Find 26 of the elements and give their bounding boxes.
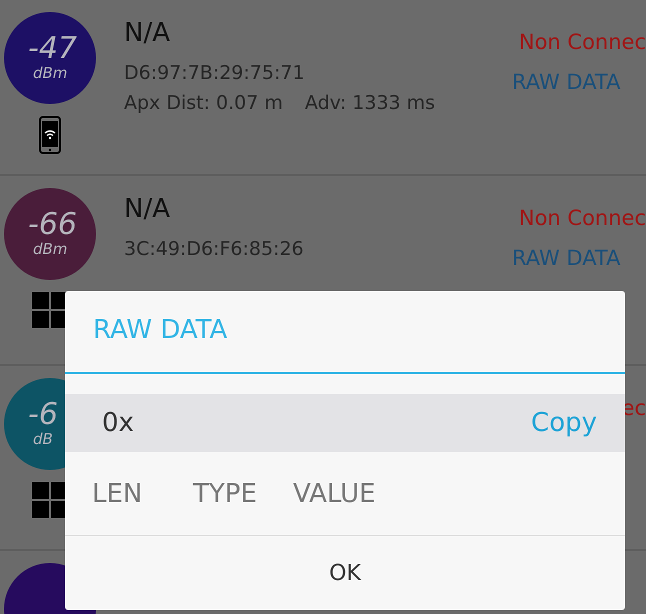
rssi-unit: dBm <box>32 240 68 258</box>
connection-status: Non Connec <box>518 206 646 230</box>
rssi-value: -47 <box>27 34 77 64</box>
rssi-value: -66 <box>27 210 77 240</box>
column-header: TYPE <box>193 478 258 508</box>
dialog-title: RAW DATA <box>65 291 625 374</box>
device-name: N/A <box>124 194 171 224</box>
phone-icon <box>39 116 61 154</box>
adv-interval: Adv: 1333 ms <box>304 92 436 114</box>
device-name: N/A <box>124 18 171 48</box>
mac-address: D6:97:7B:29:75:71 <box>124 62 306 84</box>
raw-data-button[interactable]: RAW DATA <box>512 70 620 94</box>
windows-icon <box>32 292 68 328</box>
rssi-unit: dB <box>32 430 53 448</box>
column-header: VALUE <box>293 478 377 508</box>
rssi-value: -6 <box>27 400 58 430</box>
raw-data-button[interactable]: RAW DATA <box>512 246 620 270</box>
connection-status: Non Connec <box>518 30 646 54</box>
windows-icon <box>32 482 68 518</box>
mac-address: 3C:49:D6:F6:85:26 <box>124 238 305 260</box>
hex-value: 0x <box>102 408 134 438</box>
distance-text: Apx Dist: 0.07 m <box>124 92 283 114</box>
ok-button[interactable]: OK <box>309 554 381 592</box>
column-header: LEN <box>92 478 144 508</box>
rssi-unit: dBm <box>32 64 68 82</box>
copy-button[interactable]: Copy <box>531 408 597 438</box>
